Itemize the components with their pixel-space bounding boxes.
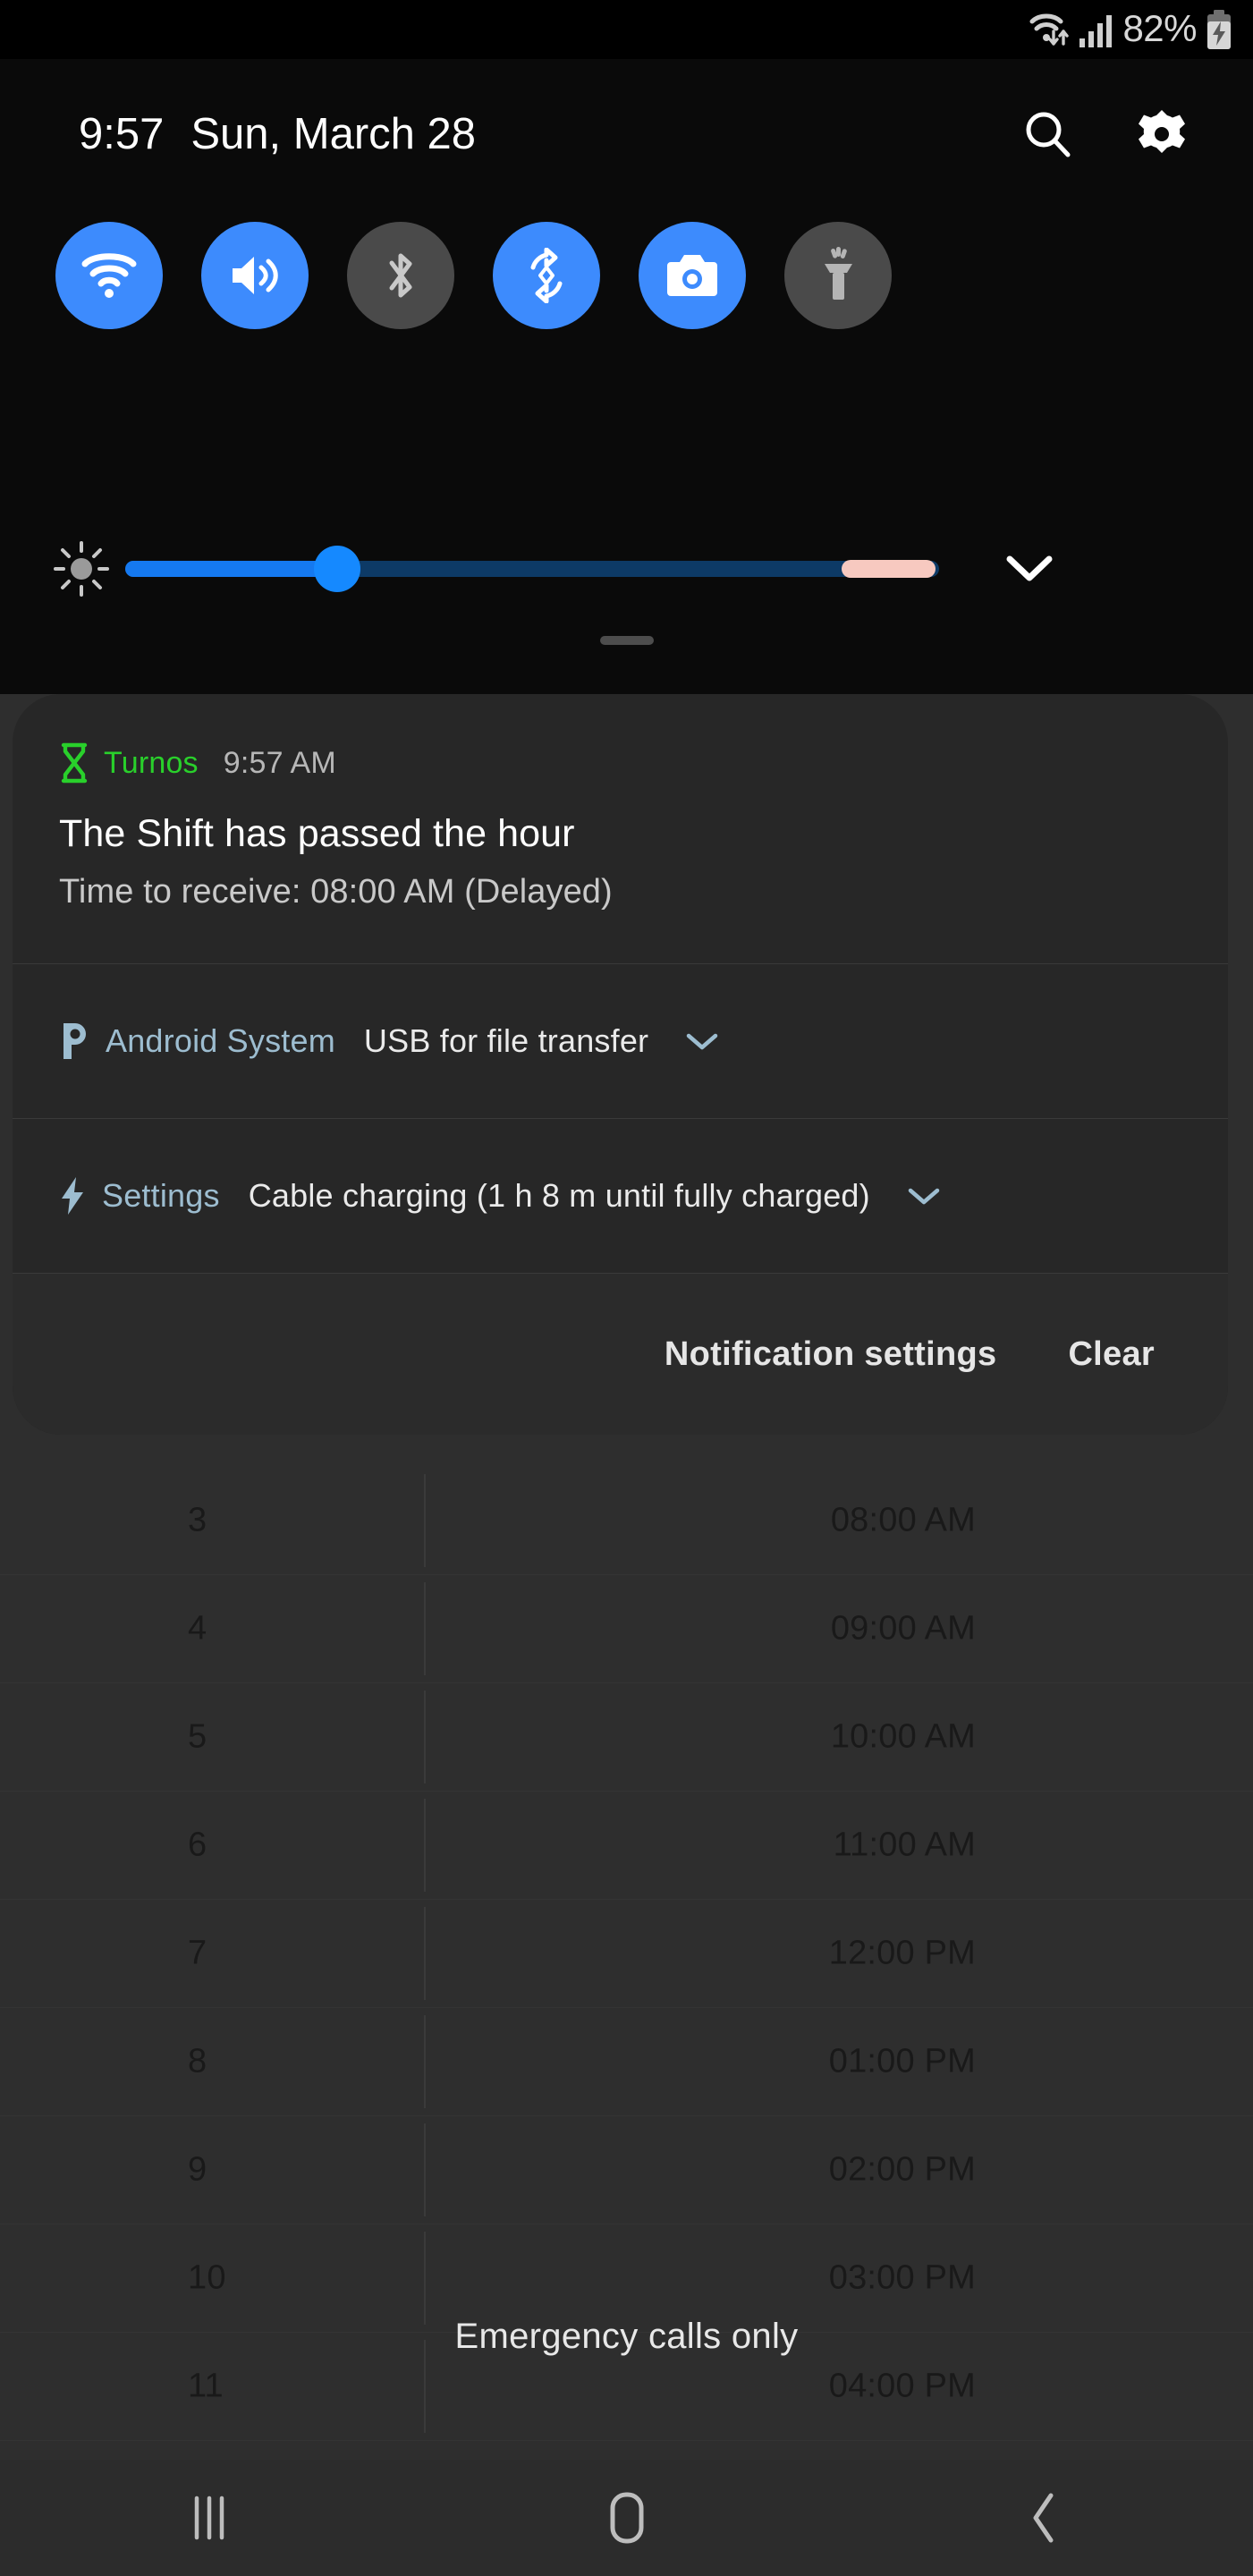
column-divider [424, 2232, 426, 2325]
toggle-wifi[interactable] [55, 222, 163, 329]
table-row[interactable]: 7 12:00 PM [0, 1900, 1253, 2008]
wifi-icon [80, 250, 139, 301]
clear-all-button[interactable]: Clear [1068, 1335, 1155, 1374]
row-time: 03:00 PM [828, 2258, 976, 2297]
bluetooth-icon [379, 248, 422, 303]
column-divider [424, 2015, 426, 2108]
row-number: 5 [188, 1717, 207, 1756]
quick-settings-header: 9:57 Sun, March 28 [0, 89, 1253, 179]
row-number: 3 [188, 1501, 207, 1539]
lightning-bolt-icon [59, 1175, 86, 1216]
clock-label: 9:57 [79, 110, 165, 158]
row-time: 02:00 PM [828, 2150, 976, 2189]
row-number: 9 [188, 2150, 207, 2189]
row-time: 09:00 AM [830, 1609, 976, 1648]
toggle-bluetooth[interactable] [347, 222, 454, 329]
camera-icon [665, 251, 720, 300]
date-label: Sun, March 28 [190, 110, 477, 158]
notification-settings-button[interactable]: Notification settings [665, 1335, 997, 1374]
row-time: 10:00 AM [830, 1717, 976, 1756]
notification-app-name: Android System [106, 1022, 335, 1059]
row-time: 11:00 AM [833, 1826, 976, 1864]
brightness-slider[interactable] [125, 542, 939, 596]
chevron-down-icon[interactable] [684, 1030, 720, 1053]
battery-charging-icon [1205, 9, 1233, 50]
column-divider [424, 1907, 426, 2000]
signal-bars-icon [1079, 10, 1114, 49]
row-number: 4 [188, 1609, 207, 1648]
shade-footer: Notification settings Clear [13, 1274, 1228, 1435]
quick-settings-toggles [0, 222, 1253, 329]
back-icon [1025, 2490, 1064, 2546]
row-number: 11 [188, 2367, 224, 2405]
shift-times-list: 3 08:00 AM 4 09:00 AM 5 10:00 AM 6 11:00 AM 7 12:… [0, 1467, 1253, 2441]
panel-drag-handle[interactable] [599, 636, 654, 645]
toggle-scan[interactable] [639, 222, 746, 329]
notification-header: Turnos 9:57 AM [59, 742, 1181, 784]
chevron-down-icon[interactable] [998, 552, 1061, 586]
chevron-down-icon[interactable] [906, 1184, 942, 1208]
status-bar: 82% [0, 0, 1253, 59]
navigation-bar [0, 2460, 1253, 2576]
flashlight-icon [814, 247, 862, 304]
row-number: 8 [188, 2042, 207, 2080]
gear-icon[interactable] [1135, 107, 1189, 161]
adaptive-brightness-indicator [841, 560, 936, 578]
table-row[interactable]: 6 11:00 AM [0, 1792, 1253, 1900]
table-row[interactable]: 9 02:00 PM [0, 2116, 1253, 2224]
quick-settings-actions [1022, 107, 1189, 161]
toggle-flashlight[interactable] [784, 222, 892, 329]
column-divider [424, 1690, 426, 1784]
column-divider [424, 1582, 426, 1675]
notification-body: Time to receive: 08:00 AM (Delayed) [59, 873, 613, 911]
hourglass-icon [59, 742, 89, 784]
table-row[interactable]: 5 10:00 AM [0, 1683, 1253, 1792]
auto-rotate-icon [519, 248, 574, 303]
notification-turnos[interactable]: Turnos 9:57 AM The Shift has passed the … [13, 694, 1228, 963]
battery-percent-label: 82% [1122, 7, 1197, 49]
notification-android-system[interactable]: Android System USB for file transfer [13, 964, 1228, 1118]
notification-title: The Shift has passed the hour [59, 812, 575, 855]
column-divider [424, 2123, 426, 2216]
volume-icon [227, 250, 283, 301]
row-number: 6 [188, 1826, 207, 1864]
back-button[interactable] [835, 2460, 1253, 2576]
brightness-icon [45, 540, 118, 597]
row-time: 12:00 PM [828, 1934, 976, 1972]
table-row[interactable]: 8 01:00 PM [0, 2008, 1253, 2116]
row-time: 04:00 PM [828, 2367, 976, 2405]
column-divider [424, 1474, 426, 1567]
brightness-row [0, 524, 1253, 614]
notification-summary-text: Cable charging (1 h 8 m until fully char… [248, 1177, 870, 1214]
row-number: 10 [188, 2258, 226, 2297]
row-time: 08:00 AM [830, 1501, 976, 1539]
quick-settings-panel: 9:57 Sun, March 28 [0, 59, 1253, 694]
slider-fill [125, 561, 337, 577]
toggle-sound[interactable] [201, 222, 309, 329]
home-icon [605, 2489, 649, 2546]
toggle-auto-rotate[interactable] [493, 222, 600, 329]
usb-transfer-icon [59, 1021, 89, 1062]
notification-app-name: Turnos [104, 745, 199, 780]
recents-icon [185, 2491, 233, 2545]
emergency-calls-banner: Emergency calls only [454, 2317, 799, 2356]
search-icon[interactable] [1022, 108, 1074, 160]
slider-thumb[interactable] [313, 546, 360, 592]
row-number: 7 [188, 1934, 207, 1972]
status-bar-icons: 82% [1029, 0, 1233, 59]
recents-button[interactable] [0, 2460, 418, 2576]
home-button[interactable] [418, 2460, 835, 2576]
notification-settings-charging[interactable]: Settings Cable charging (1 h 8 m until f… [13, 1119, 1228, 1273]
notification-app-name: Settings [102, 1177, 220, 1214]
table-row[interactable]: 3 08:00 AM [0, 1467, 1253, 1575]
notification-shade: Turnos 9:57 AM The Shift has passed the … [13, 694, 1228, 1435]
notification-summary-text: USB for file transfer [363, 1022, 649, 1059]
table-row[interactable]: 4 09:00 AM [0, 1575, 1253, 1683]
notification-timestamp: 9:57 AM [223, 745, 336, 780]
column-divider [424, 1799, 426, 1892]
wifi-data-icon [1029, 10, 1071, 49]
row-time: 01:00 PM [828, 2042, 976, 2080]
